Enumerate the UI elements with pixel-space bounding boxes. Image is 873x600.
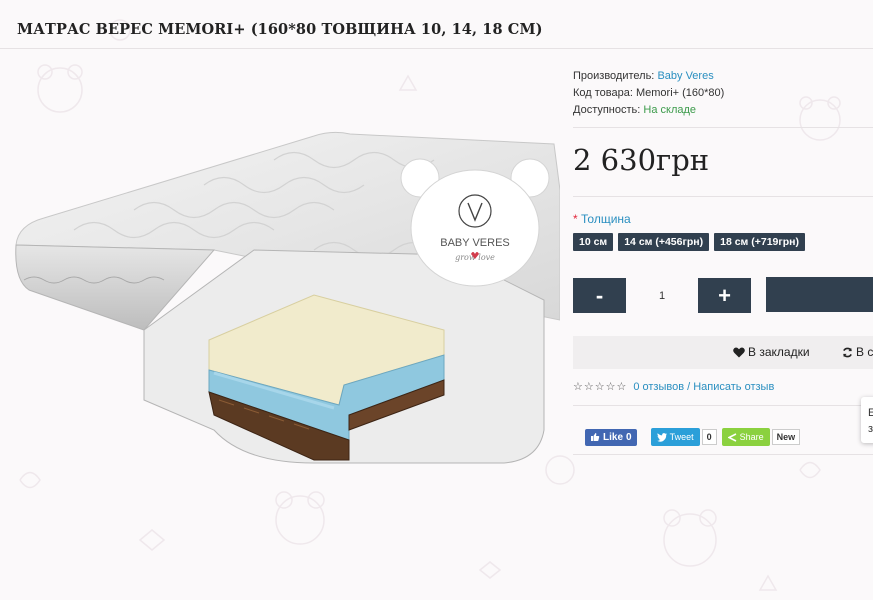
product-code-label: Код товара: — [573, 87, 633, 99]
product-code-row: Код товара: Memori+ (160*80) — [573, 85, 724, 102]
compare-label: В с — [856, 345, 873, 359]
product-code-value: Memori+ (160*80) — [635, 87, 725, 99]
availability-value: На складе — [643, 104, 697, 116]
thickness-option-label: * Толщина — [573, 212, 631, 226]
required-mark: * — [573, 212, 578, 226]
tweet-label: Tweet — [669, 432, 694, 442]
reviews-link[interactable]: 0 отзывов — [633, 381, 684, 393]
thickness-option-10[interactable]: 10 см — [573, 233, 614, 251]
side-popup[interactable]: Е з — [861, 397, 873, 443]
availability-row: Доступность: На складе — [573, 102, 724, 119]
share-button[interactable]: Share — [721, 428, 770, 446]
twitter-bird-icon — [656, 432, 667, 442]
social-buttons: Like 0 Tweet 0 Share New — [585, 427, 801, 447]
share-count: New — [771, 429, 801, 445]
quantity-decrease-button[interactable]: - — [573, 278, 626, 313]
manufacturer-row: Производитель: Baby Veres — [573, 68, 724, 85]
thumbs-up-icon — [591, 433, 600, 441]
page-title: МАТРАС ВЕРЕС MEMORI+ (160*80 ТОВЩИНА 10,… — [17, 21, 543, 38]
share-label: Share — [739, 432, 764, 442]
title-divider — [0, 48, 873, 49]
popup-line-1: Е — [868, 407, 873, 419]
refresh-icon — [843, 347, 852, 357]
manufacturer-link[interactable]: Baby Veres — [657, 70, 713, 82]
rating-stars: ☆☆☆☆☆ — [573, 381, 628, 393]
wishlist-label: В закладки — [748, 345, 810, 359]
thickness-option-14[interactable]: 14 см (+456грн) — [618, 233, 710, 251]
manufacturer-label: Производитель: — [573, 70, 655, 82]
write-review-link[interactable]: Написать отзыв — [693, 381, 774, 393]
social-divider — [573, 454, 873, 455]
brand-logo-name: BABY VERES — [440, 237, 510, 249]
facebook-like-button[interactable]: Like 0 — [585, 428, 637, 446]
thickness-option-18[interactable]: 18 см (+719грн) — [714, 233, 806, 251]
tweet-button[interactable]: Tweet — [650, 428, 700, 446]
rating-row: ☆☆☆☆☆ 0 отзывов / Написать отзыв — [573, 380, 774, 394]
quantity-stepper: - + — [573, 277, 751, 314]
rating-divider — [573, 405, 873, 406]
product-actions-bar: В закладки В с — [573, 336, 873, 369]
tweet-count: 0 — [701, 429, 717, 445]
compare-button[interactable]: В с — [842, 345, 873, 359]
reviews-separator: / — [687, 380, 691, 393]
wishlist-button[interactable]: В закладки — [733, 345, 810, 359]
quantity-increase-button[interactable]: + — [698, 278, 751, 313]
product-image[interactable]: BABY VERES grow love — [14, 130, 561, 475]
product-info: Производитель: Baby Veres Код товара: Me… — [573, 68, 724, 119]
info-divider — [573, 127, 873, 128]
share-icon — [727, 432, 736, 442]
quantity-input[interactable] — [626, 277, 698, 314]
heart-icon — [733, 347, 745, 357]
add-to-cart-button[interactable] — [766, 277, 873, 312]
product-price: 2 630грн — [573, 143, 710, 177]
price-divider — [573, 196, 873, 197]
facebook-like-count: 0 — [626, 431, 632, 443]
thickness-label-text: Толщина — [581, 212, 631, 226]
thickness-options: 10 см 14 см (+456грн) 18 см (+719грн) — [573, 233, 806, 251]
facebook-like-label: Like — [603, 431, 624, 443]
mattress-illustration: BABY VERES grow love — [15, 131, 561, 464]
availability-label: Доступность: — [573, 104, 641, 116]
popup-line-2: з — [868, 423, 873, 435]
